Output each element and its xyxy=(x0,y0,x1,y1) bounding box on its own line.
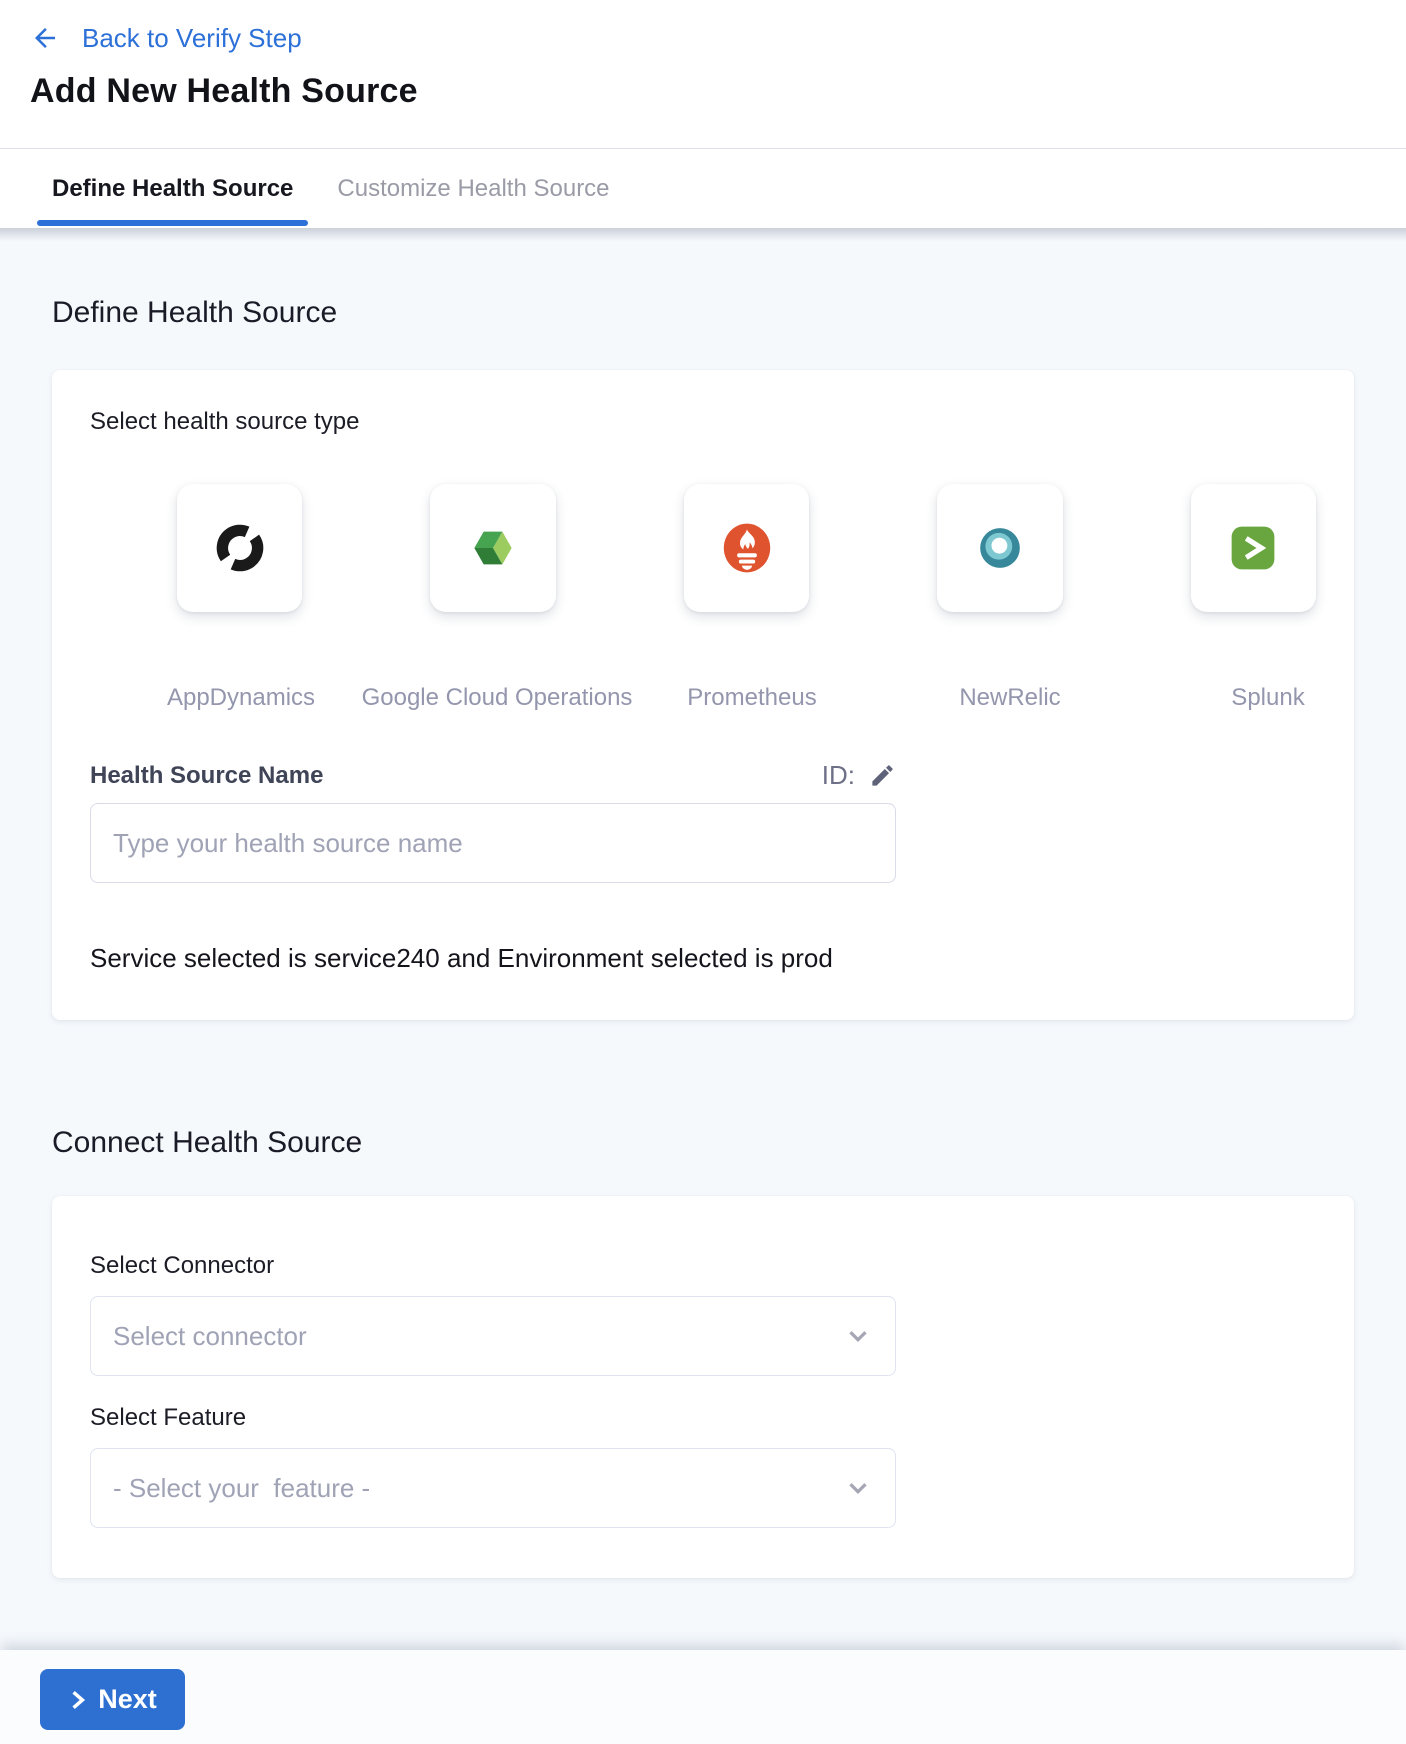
edit-id-button[interactable] xyxy=(869,762,896,789)
source-label-appdynamics: AppDynamics xyxy=(167,684,315,712)
newrelic-icon xyxy=(972,520,1028,576)
feature-dropdown[interactable]: - Select your feature - xyxy=(90,1448,896,1528)
back-arrow-icon xyxy=(30,23,60,53)
health-source-name-row: Health Source Name ID: xyxy=(90,760,896,791)
health-source-name-input[interactable] xyxy=(90,803,896,883)
define-health-source-card: Select health source type xyxy=(52,370,1354,1020)
next-button-label: Next xyxy=(98,1684,157,1715)
main-content: Define Health Source Select health sourc… xyxy=(0,228,1406,1650)
connector-dropdown-placeholder: Select connector xyxy=(113,1321,307,1352)
tab-customize-health-source[interactable]: Customize Health Source xyxy=(337,149,609,228)
source-tile-newrelic[interactable] xyxy=(937,484,1062,612)
footer-bar: Next xyxy=(0,1650,1406,1744)
health-source-name-label: Health Source Name xyxy=(90,762,323,790)
source-tile-google-cloud-operations[interactable] xyxy=(430,484,555,612)
page-title: Add New Health Source xyxy=(30,72,1406,111)
back-link-label: Back to Verify Step xyxy=(82,20,302,56)
chevron-right-icon xyxy=(68,1689,88,1711)
service-environment-note: Service selected is service240 and Envir… xyxy=(90,943,1316,974)
tab-bar: Define Health Source Customize Health So… xyxy=(0,148,1406,228)
back-to-verify-link[interactable]: Back to Verify Step xyxy=(30,20,1406,56)
connect-section-heading: Connect Health Source xyxy=(52,1126,1354,1160)
connect-health-source-card: Select Connector Select connector Select… xyxy=(52,1196,1354,1578)
next-button[interactable]: Next xyxy=(40,1669,185,1730)
define-section-heading: Define Health Source xyxy=(52,228,1354,330)
source-label-newrelic: NewRelic xyxy=(959,684,1060,712)
id-label: ID: xyxy=(822,760,855,791)
source-type-tiles xyxy=(90,484,1316,612)
tab-define-health-source[interactable]: Define Health Source xyxy=(52,149,293,228)
active-tab-underline xyxy=(37,220,308,226)
chevron-down-icon xyxy=(843,1321,873,1351)
prometheus-icon xyxy=(719,519,775,577)
source-type-labels: AppDynamics Google Cloud Operations Prom… xyxy=(90,684,1316,714)
feature-dropdown-placeholder: - Select your feature - xyxy=(113,1473,370,1504)
id-wrap: ID: xyxy=(822,760,896,791)
connector-dropdown[interactable]: Select connector xyxy=(90,1296,896,1376)
tab-customize-label: Customize Health Source xyxy=(337,175,609,203)
source-tile-prometheus[interactable] xyxy=(684,484,809,612)
select-connector-label: Select Connector xyxy=(90,1252,1316,1280)
appdynamics-icon xyxy=(211,519,269,577)
pencil-icon xyxy=(869,762,896,789)
google-cloud-operations-icon xyxy=(465,520,521,576)
source-tile-splunk[interactable] xyxy=(1191,484,1316,612)
chevron-down-icon xyxy=(843,1473,873,1503)
source-tile-appdynamics[interactable] xyxy=(177,484,302,612)
tab-define-label: Define Health Source xyxy=(52,175,293,203)
source-label-prometheus: Prometheus xyxy=(687,684,816,712)
page-header: Back to Verify Step Add New Health Sourc… xyxy=(0,0,1406,148)
select-type-label: Select health source type xyxy=(90,408,1316,436)
select-feature-label: Select Feature xyxy=(90,1404,1316,1432)
source-label-splunk: Splunk xyxy=(1231,684,1304,712)
source-label-google-cloud-operations: Google Cloud Operations xyxy=(362,684,633,712)
splunk-icon xyxy=(1226,521,1280,575)
